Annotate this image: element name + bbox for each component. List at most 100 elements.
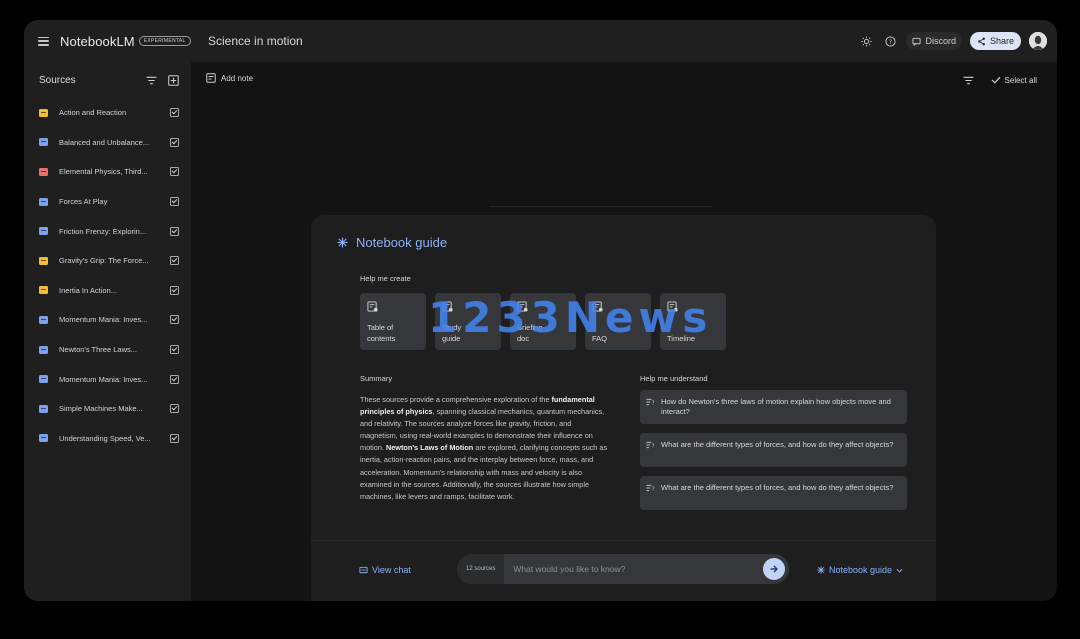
svg-text:?: ? bbox=[652, 444, 655, 449]
source-checkbox[interactable] bbox=[170, 197, 179, 207]
app-name: NotebookLM bbox=[60, 33, 135, 49]
source-list: Action and Reaction Balanced and Unbalanc… bbox=[24, 98, 191, 453]
sparkle-icon bbox=[817, 566, 825, 574]
source-item[interactable]: Newton's Three Laws... bbox=[24, 335, 191, 365]
sources-sidebar: Sources Action and Reaction Balanced and … bbox=[24, 62, 191, 601]
discord-button[interactable]: Discord bbox=[906, 32, 962, 50]
source-checkbox[interactable] bbox=[170, 404, 179, 414]
doc-icon bbox=[39, 434, 48, 443]
card-label: Table of contents bbox=[367, 323, 396, 343]
chat-input-placeholder[interactable]: What would you like to know? bbox=[504, 564, 763, 574]
notebook-title[interactable]: Science in motion bbox=[208, 34, 303, 48]
question-text: What are the different types of forces, … bbox=[661, 440, 894, 449]
view-chat-button[interactable]: View chat bbox=[359, 565, 411, 575]
source-checkbox[interactable] bbox=[170, 374, 179, 384]
note-add-icon bbox=[206, 73, 216, 83]
view-chat-label: View chat bbox=[372, 565, 411, 575]
source-item[interactable]: Friction Frenzy: Explorin... bbox=[24, 216, 191, 246]
question-list-icon: ? bbox=[646, 441, 655, 449]
add-note-button[interactable]: Add note bbox=[206, 73, 253, 83]
source-label: Friction Frenzy: Explorin... bbox=[59, 226, 147, 236]
send-button[interactable] bbox=[763, 558, 785, 580]
experimental-badge: EXPERIMENTAL bbox=[138, 36, 191, 46]
divider bbox=[491, 206, 711, 208]
chevron-down-icon bbox=[896, 568, 903, 572]
source-checkbox[interactable] bbox=[170, 108, 179, 118]
sources-title: Sources bbox=[39, 74, 76, 86]
suggested-question[interactable]: ? What are the different types of forces,… bbox=[640, 476, 907, 510]
slides-icon bbox=[39, 256, 48, 265]
sparkle-icon bbox=[337, 237, 348, 248]
share-label: Share bbox=[989, 36, 1014, 46]
source-checkbox[interactable] bbox=[170, 345, 179, 355]
help-icon[interactable]: ? bbox=[882, 33, 898, 49]
top-right-actions: ? Discord Share bbox=[858, 30, 1047, 52]
notebook-guide-toggle[interactable]: Notebook guide bbox=[817, 565, 903, 575]
select-all-button[interactable]: Select all bbox=[991, 76, 1037, 85]
source-checkbox[interactable] bbox=[170, 433, 179, 443]
source-checkbox[interactable] bbox=[170, 137, 179, 147]
avatar[interactable] bbox=[1029, 32, 1047, 50]
menu-icon[interactable] bbox=[38, 36, 49, 46]
question-text: How do Newton's three laws of motion exp… bbox=[661, 397, 891, 416]
notes-filter-icon[interactable] bbox=[961, 72, 977, 88]
chat-bar: View chat 12 sources What would you like… bbox=[311, 540, 936, 601]
svg-text:?: ? bbox=[652, 487, 655, 492]
svg-text:?: ? bbox=[652, 401, 655, 406]
source-label: Elemental Physics, Third... bbox=[59, 167, 148, 177]
suggested-question[interactable]: ? What are the different types of forces,… bbox=[640, 433, 907, 467]
source-label: Momentum Mania: Inves... bbox=[59, 374, 148, 384]
notebook-guide-panel: Notebook guide Help me create Table of co… bbox=[311, 215, 936, 601]
source-item[interactable]: Forces At Play bbox=[24, 187, 191, 217]
source-item[interactable]: Simple Machines Make... bbox=[24, 394, 191, 424]
source-label: Gravity's Grip: The Force... bbox=[59, 256, 149, 266]
pdf-icon bbox=[39, 167, 48, 176]
doc-icon bbox=[39, 375, 48, 384]
add-source-icon[interactable] bbox=[165, 72, 181, 88]
help-understand-title: Help me understand bbox=[640, 374, 708, 383]
arrow-right-icon bbox=[770, 565, 778, 573]
doc-icon bbox=[39, 404, 48, 413]
brand: NotebookLM EXPERIMENTAL bbox=[24, 20, 191, 62]
doc-icon bbox=[39, 138, 48, 147]
source-item[interactable]: Elemental Physics, Third... bbox=[24, 157, 191, 187]
svg-text:?: ? bbox=[889, 37, 892, 45]
document-icon bbox=[367, 301, 378, 312]
question-list-icon: ? bbox=[646, 484, 655, 492]
notes-toolbar: Add note Select all bbox=[191, 62, 1057, 96]
doc-icon bbox=[39, 197, 48, 206]
suggested-question[interactable]: ? How do Newton's three laws of motion ex… bbox=[640, 390, 907, 424]
source-item[interactable]: Momentum Mania: Inves... bbox=[24, 364, 191, 394]
source-item[interactable]: Momentum Mania: Inves... bbox=[24, 305, 191, 335]
source-checkbox[interactable] bbox=[170, 315, 179, 325]
create-card[interactable]: Table of contents bbox=[360, 293, 426, 350]
source-checkbox[interactable] bbox=[170, 285, 179, 295]
filter-icon[interactable] bbox=[143, 72, 159, 88]
share-button[interactable]: Share bbox=[969, 32, 1021, 50]
source-item[interactable]: Balanced and Unbalance... bbox=[24, 128, 191, 158]
source-item[interactable]: Gravity's Grip: The Force... bbox=[24, 246, 191, 276]
source-label: Balanced and Unbalance... bbox=[59, 137, 150, 147]
source-item[interactable]: Understanding Speed, Ve... bbox=[24, 424, 191, 454]
checkmark-icon bbox=[991, 76, 1000, 84]
top-bar: NotebookLM EXPERIMENTAL Science in motio… bbox=[24, 20, 1057, 62]
source-label: Newton's Three Laws... bbox=[59, 345, 137, 355]
guide-toggle-label: Notebook guide bbox=[829, 565, 893, 575]
discord-label: Discord bbox=[925, 36, 956, 46]
summary-title: Summary bbox=[360, 374, 393, 383]
watermark: 1233News bbox=[428, 293, 713, 342]
chat-input[interactable]: 12 sources What would you like to know? bbox=[457, 554, 789, 584]
source-item[interactable]: Inertia In Action... bbox=[24, 276, 191, 306]
help-create-title: Help me create bbox=[360, 274, 411, 283]
theme-toggle-icon[interactable] bbox=[858, 33, 874, 49]
question-text: What are the different types of forces, … bbox=[661, 483, 894, 492]
source-item[interactable]: Action and Reaction bbox=[24, 98, 191, 128]
doc-icon bbox=[39, 345, 48, 354]
source-checkbox[interactable] bbox=[170, 256, 179, 266]
guide-title: Notebook guide bbox=[356, 235, 448, 250]
toolbar-right: Select all bbox=[961, 72, 1037, 88]
source-checkbox[interactable] bbox=[170, 167, 179, 177]
source-count-chip[interactable]: 12 sources bbox=[457, 554, 505, 584]
source-checkbox[interactable] bbox=[170, 226, 179, 236]
source-label: Simple Machines Make... bbox=[59, 404, 143, 414]
